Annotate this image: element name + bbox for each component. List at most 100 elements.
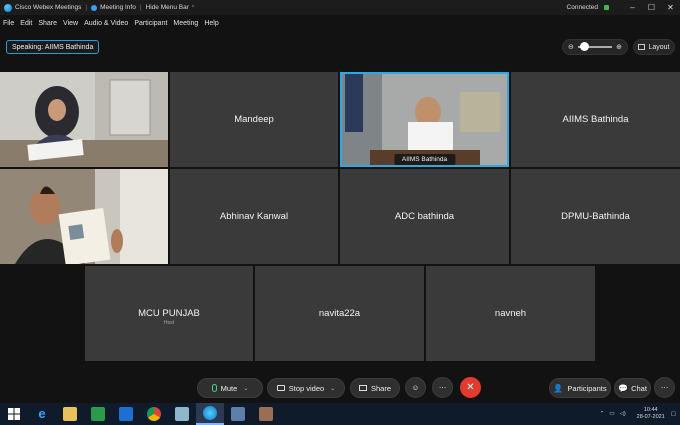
chat-bubble-icon: 💬 xyxy=(618,383,629,393)
close-window-button[interactable]: ✕ xyxy=(661,0,680,15)
app-icon xyxy=(259,407,273,421)
video-tile-adc-bathinda[interactable]: ADC bathinda xyxy=(340,169,509,264)
internet-explorer-icon: e xyxy=(38,406,46,421)
video-name-label: AIIMS Bathinda xyxy=(393,154,456,165)
taskbar-app-blue[interactable] xyxy=(112,403,140,425)
zoom-in-icon[interactable]: ⊕ xyxy=(616,43,622,51)
host-label: Host xyxy=(163,320,175,327)
layout-button[interactable]: Layout xyxy=(633,39,675,55)
taskbar-app-photo[interactable] xyxy=(252,403,280,425)
participant-name: navneh xyxy=(494,308,527,319)
stop-video-label: Stop video xyxy=(288,383,325,393)
title-separator: | xyxy=(85,4,88,11)
menu-edit[interactable]: Edit xyxy=(20,20,32,27)
share-label: Share xyxy=(370,383,391,393)
connection-indicator-icon xyxy=(604,5,609,10)
layout-label: Layout xyxy=(648,43,670,51)
taskbar-clock[interactable]: 10:44 28-07-2021 xyxy=(637,407,665,421)
stop-video-button[interactable]: Stop video ⌄ xyxy=(267,378,345,398)
participant-name: AIIMS Bathinda xyxy=(562,114,629,125)
taskbar-chrome[interactable] xyxy=(140,403,168,425)
ellipsis-icon: ⋯ xyxy=(438,383,447,392)
chat-label: Chat xyxy=(631,383,647,393)
taskbar-store[interactable] xyxy=(84,403,112,425)
mute-label: Mute xyxy=(220,383,238,393)
microphone-icon xyxy=(211,384,217,392)
participant-video-feed xyxy=(340,72,509,167)
title-bar: Cisco Webex Meetings | Meeting Info | Hi… xyxy=(0,0,680,15)
video-tile-aiims-bathinda[interactable]: AIIMS Bathinda xyxy=(511,72,680,167)
start-button[interactable] xyxy=(0,403,28,425)
video-tile-abhinav-kanwal[interactable]: Abhinav Kanwal xyxy=(170,169,338,264)
windows-taskbar: e ⌃ ▭ ◁) 10:44 28-07-2021 ▢ xyxy=(0,403,680,425)
chrome-icon xyxy=(147,407,161,421)
app-icon xyxy=(119,407,133,421)
webex-icon xyxy=(203,406,217,420)
chevron-down-icon[interactable]: ⌄ xyxy=(243,385,248,392)
store-icon xyxy=(91,407,105,421)
more-options-button[interactable]: ⋯ xyxy=(432,377,453,398)
video-tile-dpmu-bathinda[interactable]: DPMU-Bathinda xyxy=(511,169,680,264)
participant-video-feed xyxy=(0,72,168,167)
leave-meeting-button[interactable]: ✕ xyxy=(460,377,481,398)
menu-file[interactable]: File xyxy=(3,20,14,27)
webex-logo-icon xyxy=(4,3,12,12)
notifications-icon[interactable]: ▢ xyxy=(671,411,676,417)
app-title: Cisco Webex Meetings xyxy=(15,4,82,11)
video-tile-aiims-bathinda-active[interactable]: AIIMS Bathinda xyxy=(340,72,509,167)
close-icon: ✕ xyxy=(466,382,475,393)
meeting-info-link[interactable]: Meeting Info xyxy=(100,4,136,11)
video-tile-mandeep[interactable]: Mandeep xyxy=(170,72,338,167)
video-tile-mcu-punjab[interactable]: MCU PUNJAB Host xyxy=(85,266,253,361)
zoom-out-icon[interactable]: ⊖ xyxy=(568,43,574,51)
participant-name: Mandeep xyxy=(234,114,274,125)
chevron-up-icon[interactable]: ⌃ xyxy=(191,5,195,11)
participant-name: navita22a xyxy=(318,308,361,319)
zoom-handle[interactable] xyxy=(579,42,589,51)
menu-participant[interactable]: Participant xyxy=(134,20,167,27)
mute-button[interactable]: Mute ⌄ xyxy=(197,378,263,398)
menu-share[interactable]: Share xyxy=(38,20,57,27)
clock-time: 10:44 xyxy=(643,407,658,413)
zoom-track[interactable] xyxy=(577,42,613,51)
video-tile-participant-1[interactable] xyxy=(0,72,168,167)
share-button[interactable]: Share xyxy=(350,378,400,398)
active-speaker-badge: Speaking: AIIMS Bathinda xyxy=(6,40,100,54)
smiley-icon: ☺ xyxy=(411,383,420,392)
windows-logo-icon xyxy=(8,408,20,420)
menu-audio-video[interactable]: Audio & Video xyxy=(84,20,128,27)
menu-bar: File Edit Share View Audio & Video Parti… xyxy=(0,16,225,30)
participant-name: ADC bathinda xyxy=(394,211,455,222)
video-tile-navita22a[interactable]: navita22a xyxy=(255,266,424,361)
taskbar-app-glass[interactable] xyxy=(168,403,196,425)
video-tile-participant-2[interactable] xyxy=(0,169,168,264)
minimize-button[interactable]: – xyxy=(623,0,642,15)
hide-menu-bar-link[interactable]: Hide Menu Bar xyxy=(146,4,189,11)
video-tile-navneh[interactable]: navneh xyxy=(426,266,595,361)
participant-name: MCU PUNJAB xyxy=(138,308,200,319)
network-icon[interactable]: ▭ xyxy=(609,411,614,417)
person-icon: 👤 xyxy=(553,383,564,393)
participants-label: Participants xyxy=(567,383,607,393)
taskbar-file-explorer[interactable] xyxy=(56,403,84,425)
participants-button[interactable]: 👤 Participants xyxy=(549,378,611,398)
taskbar-internet-explorer[interactable]: e xyxy=(28,403,56,425)
video-zoom-slider[interactable]: ⊖ ⊕ xyxy=(562,39,628,55)
participant-name: DPMU-Bathinda xyxy=(561,211,630,222)
volume-icon[interactable]: ◁) xyxy=(620,411,626,417)
layout-grid-icon xyxy=(638,44,646,50)
clock-date: 28-07-2021 xyxy=(636,414,665,420)
menu-view[interactable]: View xyxy=(63,20,78,27)
menu-help[interactable]: Help xyxy=(204,20,218,27)
menu-meeting[interactable]: Meeting xyxy=(173,20,198,27)
chevron-down-icon[interactable]: ⌄ xyxy=(330,385,335,392)
chevron-up-icon[interactable]: ⌃ xyxy=(600,411,605,417)
chat-button[interactable]: 💬 Chat xyxy=(614,378,651,398)
system-tray: ⌃ ▭ ◁) 10:44 28-07-2021 ▢ xyxy=(600,403,676,425)
panel-more-button[interactable]: ⋯ xyxy=(654,377,675,398)
taskbar-webex[interactable] xyxy=(196,403,224,425)
maximize-button[interactable]: ☐ xyxy=(642,0,661,15)
taskbar-app-screens[interactable] xyxy=(224,403,252,425)
share-screen-icon xyxy=(358,385,367,391)
reactions-button[interactable]: ☺ xyxy=(405,377,426,398)
